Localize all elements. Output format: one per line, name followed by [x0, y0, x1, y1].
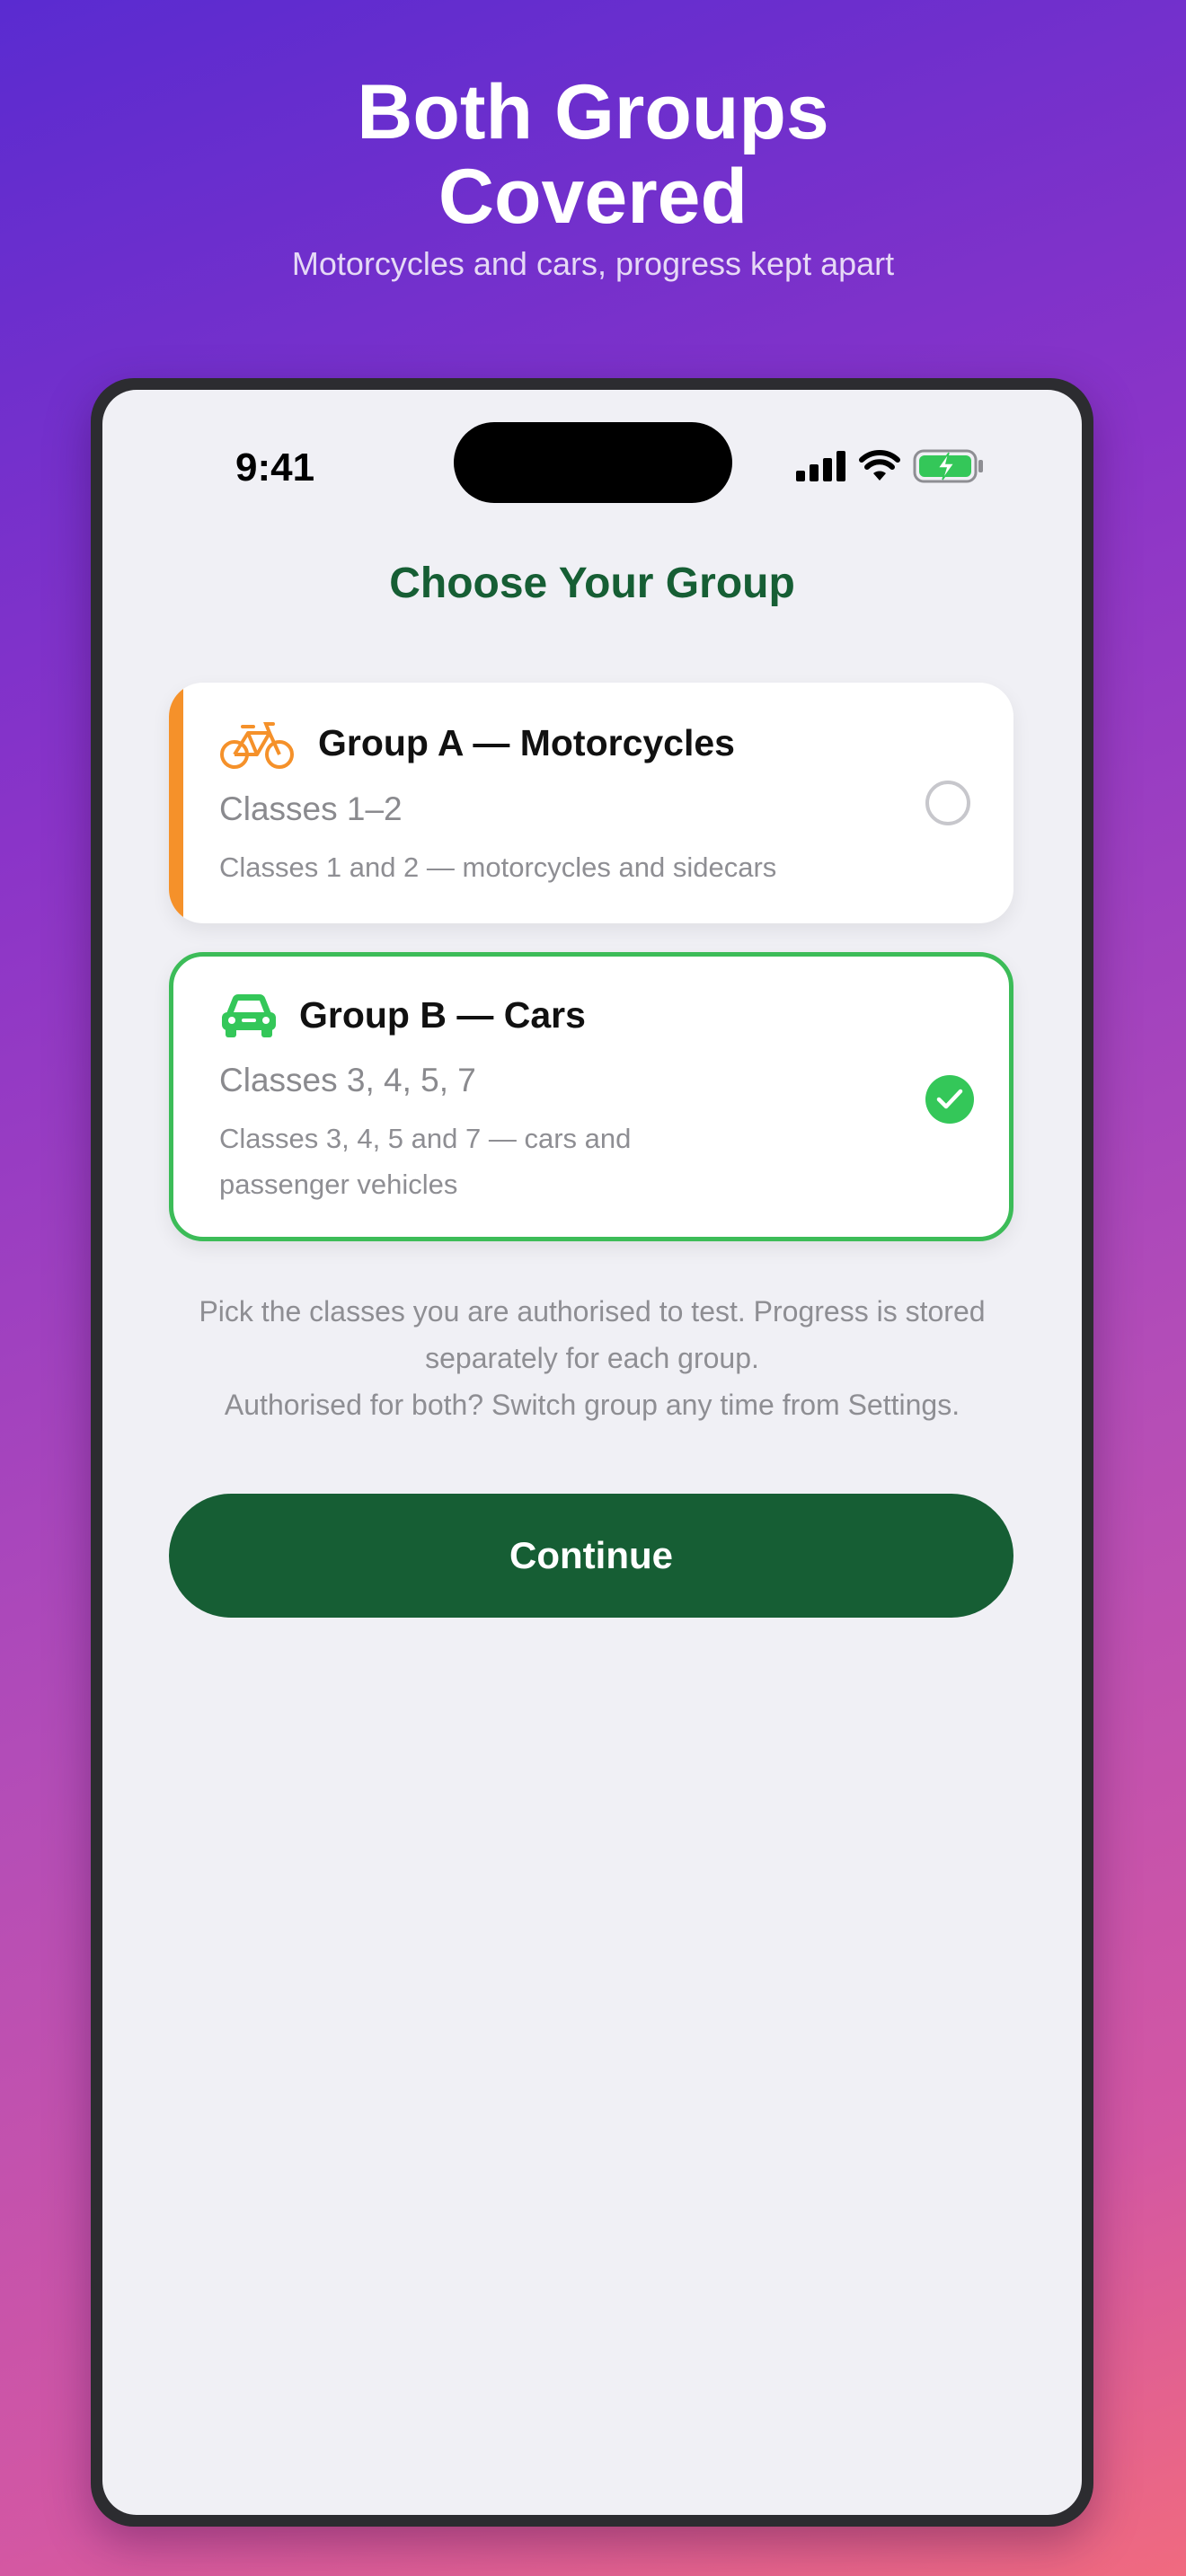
car-icon	[222, 994, 276, 1037]
group-a-radio[interactable]	[925, 781, 970, 825]
status-time: 9:41	[235, 446, 315, 490]
group-a-accent-bar	[169, 683, 183, 923]
screen-title: Choose Your Group	[389, 560, 795, 607]
hero-subtitle: Motorcycles and cars, progress kept apar…	[291, 245, 895, 282]
phone-frame: 9:41 Choose Your Group Group A — Motorcy…	[91, 378, 1093, 2527]
group-b-card[interactable]: Group B — Cars Classes 3, 4, 5, 7 Classe…	[169, 952, 1013, 1241]
hero-title: Both Groups Covered	[0, 70, 1186, 239]
wifi-icon	[859, 450, 900, 481]
group-a-classes: Classes 1–2	[219, 790, 403, 827]
help-text-line2: separately for each group.	[425, 1342, 759, 1374]
help-text: Pick the classes you are authorised to t…	[156, 1288, 1028, 1428]
phone-screen: 9:41 Choose Your Group Group A — Motorcy…	[102, 390, 1082, 2515]
group-b-description: Classes 3, 4, 5 and 7 — cars and passeng…	[219, 1116, 866, 1207]
help-text-line1: Pick the classes you are authorised to t…	[199, 1295, 986, 1328]
battery-charging-icon	[913, 449, 983, 483]
group-b-radio-checked[interactable]	[925, 1075, 974, 1124]
checkmark-icon	[936, 1089, 963, 1109]
group-a-card[interactable]: Group A — Motorcycles Classes 1–2 Classe…	[169, 683, 1013, 923]
group-b-title: Group B — Cars	[299, 994, 586, 1036]
dynamic-island	[454, 422, 732, 503]
bicycle-icon	[220, 722, 294, 769]
continue-button[interactable]: Continue	[169, 1494, 1013, 1618]
hero-title-line1: Both Groups	[357, 69, 829, 155]
status-icons	[796, 444, 985, 489]
group-a-title: Group A — Motorcycles	[318, 722, 735, 763]
group-b-description-line1: Classes 3, 4, 5 and 7 — cars and	[219, 1123, 632, 1154]
cellular-signal-icon	[796, 451, 845, 481]
group-a-description: Classes 1 and 2 — motorcycles and sideca…	[219, 851, 777, 883]
help-text-line3: Authorised for both? Switch group any ti…	[224, 1389, 960, 1421]
group-b-classes: Classes 3, 4, 5, 7	[219, 1062, 476, 1098]
group-b-description-line2: passenger vehicles	[219, 1169, 458, 1200]
hero-title-line2: Covered	[438, 154, 748, 240]
